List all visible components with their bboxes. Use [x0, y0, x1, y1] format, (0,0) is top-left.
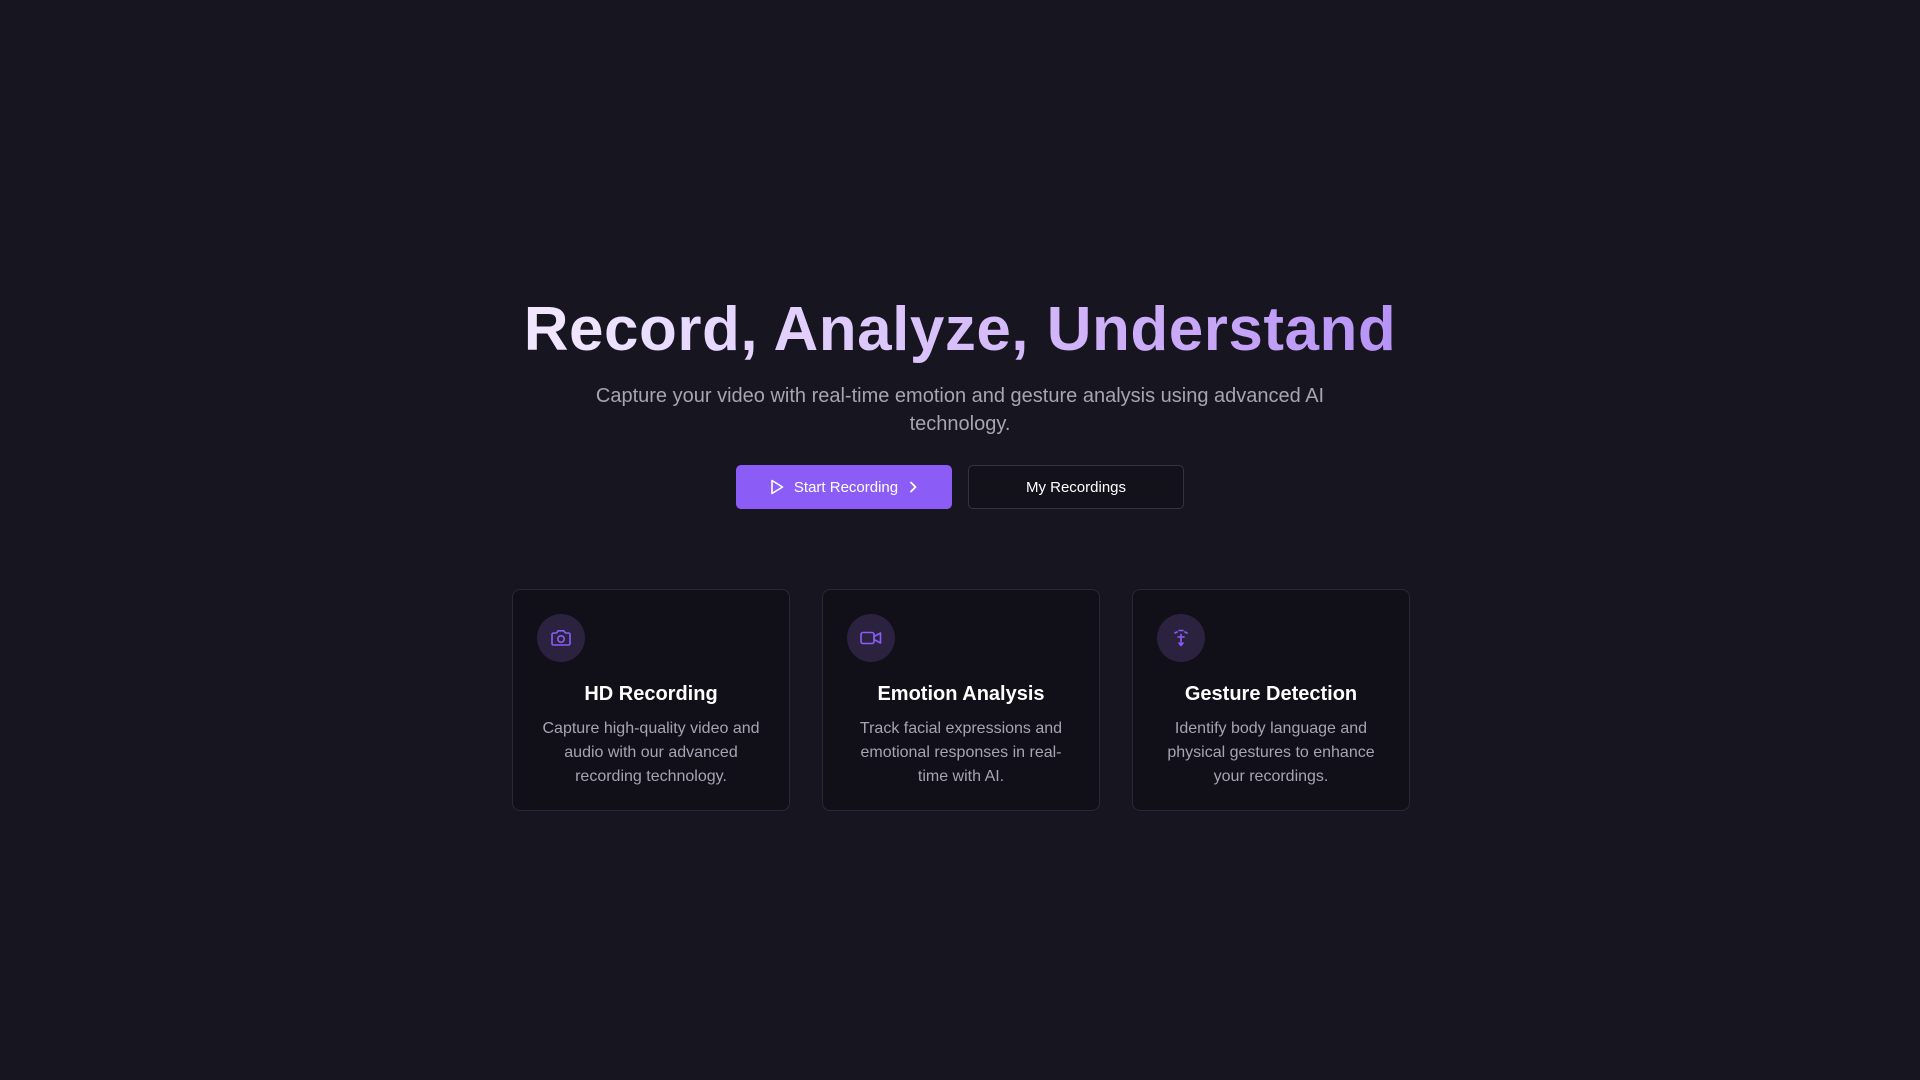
feature-description: Identify body language and physical gest…: [1167, 720, 1375, 785]
feature-card-hd-recording: HD Recording Capture high-quality video …: [512, 589, 790, 811]
my-recordings-label: My Recordings: [1025, 478, 1127, 496]
my-recordings-button[interactable]: My Recordings: [968, 465, 1184, 509]
start-recording-button[interactable]: Start Recording: [736, 465, 952, 509]
gesture-icon: [1157, 614, 1205, 662]
start-recording-label: Start Recording: [793, 478, 899, 496]
hero-section: Record, Analyze, Understand Capture your…: [0, 290, 1920, 438]
hero-subtitle: Capture your video with real-time emotio…: [595, 385, 1325, 435]
feature-card-gesture-detection: Gesture Detection Identify body language…: [1132, 589, 1410, 811]
feature-description: Capture high-quality video and audio wit…: [542, 720, 760, 785]
camera-icon: [537, 614, 585, 662]
feature-cards: HD Recording Capture high-quality video …: [512, 589, 1410, 811]
landing-page: Record, Analyze, Understand Capture your…: [0, 0, 1920, 1080]
feature-title: Emotion Analysis: [877, 683, 1045, 705]
chevron-right-icon: [908, 480, 918, 494]
hero-actions: Start Recording My Recordings: [0, 465, 1920, 509]
play-icon: [770, 479, 784, 495]
video-icon: [847, 614, 895, 662]
feature-title: HD Recording: [584, 683, 718, 705]
feature-description: Track facial expressions and emotional r…: [859, 720, 1063, 785]
hero-title: Record, Analyze, Understand: [0, 290, 1920, 370]
feature-title: Gesture Detection: [1184, 683, 1358, 705]
feature-card-emotion-analysis: Emotion Analysis Track facial expression…: [822, 589, 1100, 811]
